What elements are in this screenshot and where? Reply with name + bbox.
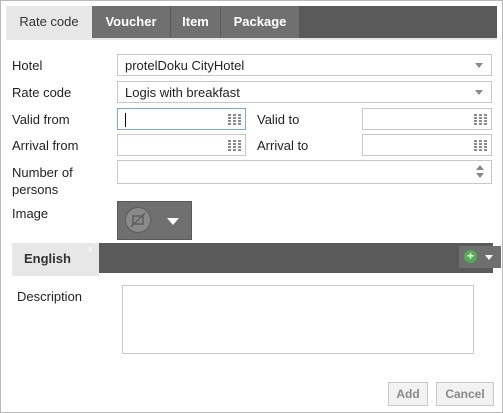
rate-code-select[interactable]: Logis with breakfast bbox=[117, 81, 492, 103]
arrival-to-label: Arrival to bbox=[257, 138, 309, 153]
hotel-select[interactable]: protelDoku CityHotel bbox=[117, 54, 492, 76]
persons-spinner[interactable] bbox=[117, 160, 492, 184]
tab-rate-code[interactable]: Rate code bbox=[6, 6, 92, 38]
language-tab-underline bbox=[12, 273, 99, 276]
dropdown-caret-icon bbox=[475, 90, 483, 95]
dropdown-caret-icon bbox=[167, 218, 179, 225]
language-tab-bar: English × + bbox=[12, 243, 501, 273]
description-label: Description bbox=[17, 289, 83, 304]
arrival-to-field[interactable] bbox=[362, 134, 492, 156]
no-image-icon bbox=[125, 207, 151, 233]
tab-language-english[interactable]: English bbox=[12, 243, 99, 273]
calendar-icon[interactable] bbox=[228, 114, 241, 125]
calendar-icon[interactable] bbox=[228, 140, 241, 151]
tab-bar: Rate code Voucher Item Package bbox=[6, 6, 497, 38]
arrival-from-field[interactable] bbox=[117, 134, 246, 156]
rate-code-label: Rate code bbox=[12, 85, 72, 100]
spinner-down-icon[interactable] bbox=[476, 173, 484, 178]
valid-to-field[interactable] bbox=[362, 108, 492, 130]
image-picker-button[interactable] bbox=[117, 201, 192, 240]
close-icon[interactable]: × bbox=[87, 245, 93, 256]
persons-label-line2: persons bbox=[12, 182, 59, 197]
valid-from-label: Valid from bbox=[12, 112, 70, 127]
add-language-icon: + bbox=[464, 250, 477, 263]
tab-voucher[interactable]: Voucher bbox=[92, 6, 171, 38]
arrival-from-label: Arrival from bbox=[12, 138, 79, 153]
tab-item[interactable]: Item bbox=[171, 6, 221, 38]
calendar-icon[interactable] bbox=[474, 140, 487, 151]
valid-from-field[interactable] bbox=[117, 108, 246, 130]
rate-code-value: Logis with breakfast bbox=[125, 85, 240, 100]
tab-underline bbox=[6, 38, 497, 40]
description-textarea[interactable] bbox=[122, 285, 474, 354]
valid-to-label: Valid to bbox=[257, 112, 300, 127]
add-language-button[interactable]: + bbox=[459, 246, 501, 268]
hotel-value: protelDoku CityHotel bbox=[125, 58, 245, 73]
dropdown-caret-icon bbox=[475, 63, 483, 68]
persons-label-line1: Number of bbox=[12, 165, 73, 180]
hotel-label: Hotel bbox=[12, 58, 43, 73]
text-cursor bbox=[125, 113, 126, 127]
dropdown-caret-icon bbox=[485, 255, 493, 260]
persons-label: Number of persons bbox=[12, 164, 73, 198]
tab-package[interactable]: Package bbox=[221, 6, 299, 38]
spinner-up-icon[interactable] bbox=[476, 165, 484, 170]
cancel-button[interactable]: Cancel bbox=[436, 382, 494, 406]
voucher-dialog: Rate code Voucher Item Package Hotel pro… bbox=[0, 0, 503, 413]
add-button[interactable]: Add bbox=[388, 382, 428, 406]
image-label: Image bbox=[12, 206, 49, 221]
calendar-icon[interactable] bbox=[474, 114, 487, 125]
